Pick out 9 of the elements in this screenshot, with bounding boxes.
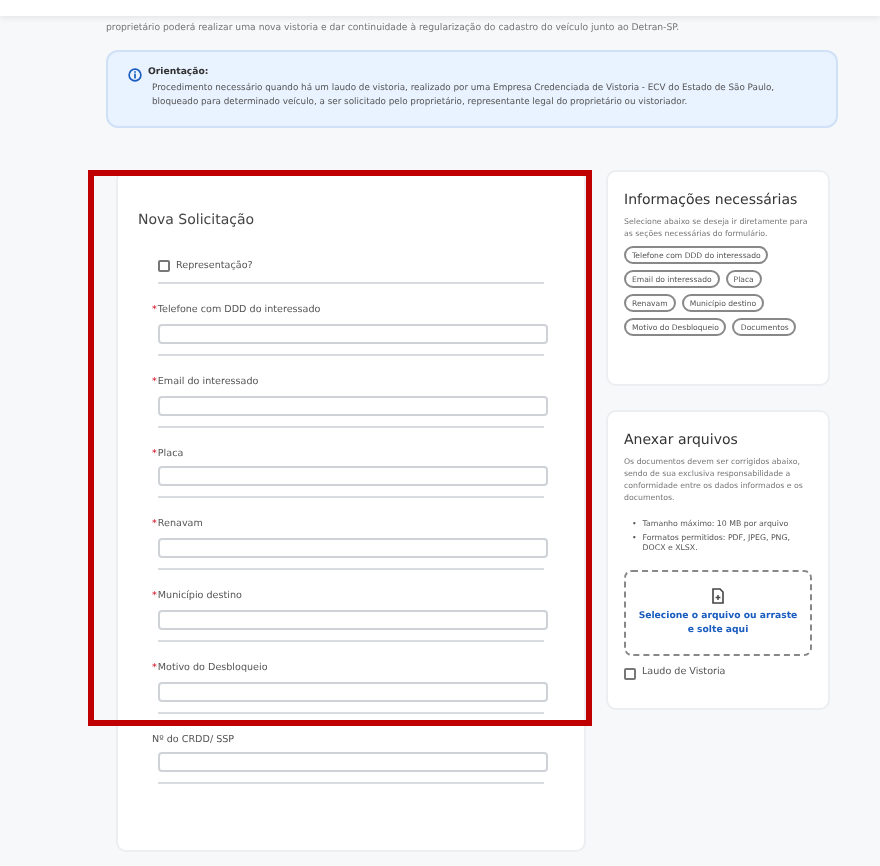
input-field[interactable] bbox=[158, 323, 548, 344]
input-field[interactable] bbox=[158, 538, 548, 558]
info-icon bbox=[128, 68, 142, 82]
input-field[interactable] bbox=[158, 395, 548, 415]
input-field[interactable] bbox=[158, 681, 548, 701]
input-field[interactable] bbox=[158, 466, 548, 487]
input-field[interactable] bbox=[158, 752, 548, 773]
input-field[interactable] bbox=[158, 609, 548, 630]
file-add-icon bbox=[712, 587, 724, 604]
